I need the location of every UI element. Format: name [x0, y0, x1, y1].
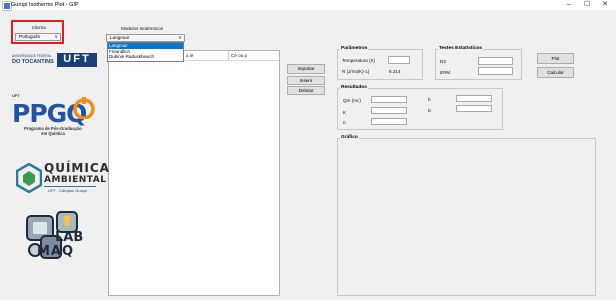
erm-label: ERM	[440, 70, 451, 75]
minimize-button[interactable]: –	[562, 0, 576, 10]
temperature-input[interactable]	[388, 56, 410, 64]
chevron-down-icon: ∨	[178, 35, 182, 41]
close-button[interactable]: ✕	[598, 0, 612, 10]
table-column-divider	[228, 51, 229, 60]
calculate-button[interactable]: Calcular	[537, 67, 574, 78]
r2-output	[478, 57, 513, 65]
data-table[interactable]	[108, 50, 280, 296]
statistics-title: Testes Estatísticos	[438, 46, 484, 51]
language-select[interactable]: Português ∨	[15, 33, 61, 41]
table-header-partial: a ie	[186, 53, 194, 58]
n-output	[371, 118, 407, 125]
e-output	[456, 105, 492, 112]
ppgq-logo: UFT PPGQ Programa de Pós-Graduação em Qu…	[12, 93, 96, 141]
ppgq-subtitle: Programa de Pós-Graduação em Química	[12, 126, 94, 137]
quimica-hexagon-icon	[16, 163, 42, 193]
n-label: n	[343, 120, 346, 125]
uft-logo-line2: DO TOCANTINS	[12, 58, 54, 65]
chevron-down-icon: ∨	[54, 34, 58, 40]
b-label: b	[428, 97, 431, 102]
parameters-group	[337, 49, 423, 80]
parameters-title: Parâmetros	[340, 46, 369, 51]
models-dropdown-list[interactable]: Langmuir Freundlich Dubinin-Raduskhevich	[107, 42, 184, 62]
k-label: K	[343, 110, 347, 115]
maximize-button[interactable]: ☐	[580, 0, 594, 10]
r-constant-label: R (J/molK)-1)	[342, 69, 370, 74]
uft-logo-mark: UFT	[57, 53, 97, 67]
title-bar	[0, 0, 616, 10]
graph-group	[337, 138, 596, 296]
results-title: Resultados	[340, 85, 368, 90]
plot-button[interactable]: Plot	[537, 53, 574, 64]
app-icon	[3, 2, 11, 10]
erm-output	[478, 67, 513, 75]
r2-label: R2	[440, 59, 446, 64]
labmaq-lab-text: LAB	[55, 230, 84, 245]
models-selected-value: Langmuir	[110, 35, 130, 40]
window-title: Gurupi Isotherms Plot - GIP	[11, 2, 79, 8]
ppgq-uft-small: UFT	[12, 93, 20, 98]
quimica-divider	[44, 186, 96, 187]
r-constant-value: 8.314	[389, 69, 401, 74]
ppgq-flask-icon	[73, 97, 95, 119]
qm-label: Qm (mc)	[343, 98, 361, 103]
quimica-subtitle: UFT - Câmpus Gurupi	[48, 188, 88, 193]
graph-title: Gráfico	[340, 135, 359, 140]
models-select[interactable]: Langmuir ∨	[106, 34, 185, 42]
import-button[interactable]: Importar	[287, 64, 325, 74]
table-header-ce: Ce ou p	[231, 53, 248, 58]
temperature-label: Temperatura (K)	[342, 58, 376, 63]
models-option-dubinin[interactable]: Dubinin-Raduskhevich	[108, 54, 183, 60]
ppgq-subtitle-line2: em Química	[41, 130, 65, 136]
language-selected-value: Português	[19, 34, 40, 39]
ambiental-wordmark: AMBIENTAL	[44, 175, 107, 185]
models-label: Modelos Isotérmicos	[121, 26, 164, 31]
language-label: Idioma	[32, 25, 46, 30]
labmaq-maq-text: MAQ	[37, 244, 75, 259]
uft-logo-text: UNIVERSIDADE FEDERAL DO TOCANTINS	[12, 54, 54, 65]
e-label: E	[428, 108, 432, 113]
delete-button[interactable]: Deletar	[287, 86, 325, 95]
b-output	[456, 95, 492, 102]
qm-output	[371, 96, 407, 103]
insert-button[interactable]: Inserir	[287, 76, 325, 85]
quimica-wordmark: QUÍMICA	[44, 161, 110, 175]
k-output	[371, 107, 407, 114]
